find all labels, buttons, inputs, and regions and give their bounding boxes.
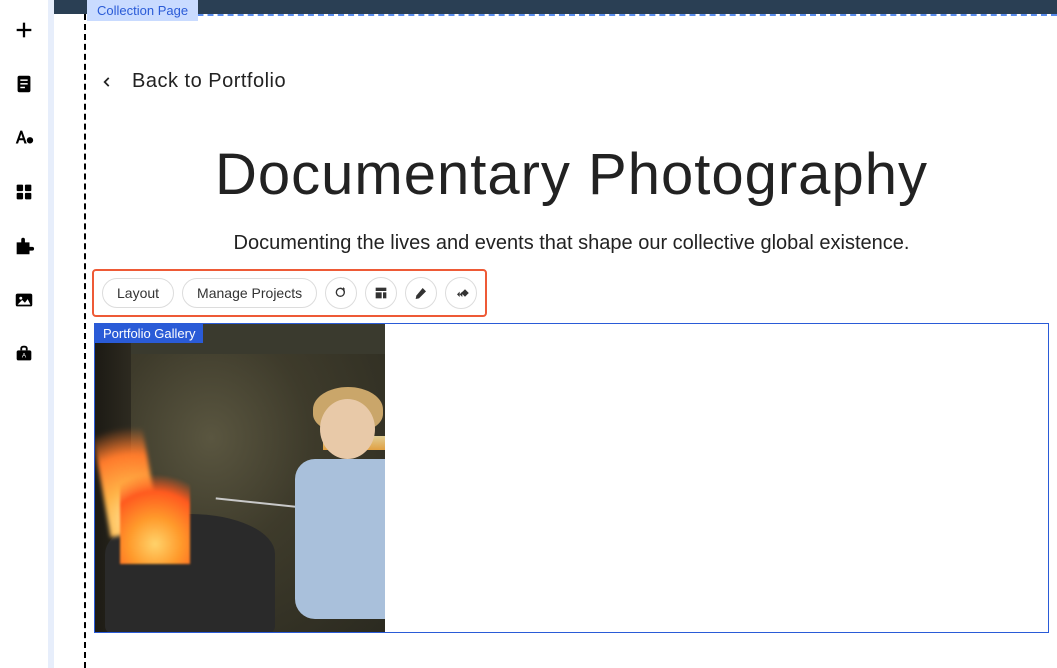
manage-projects-button[interactable]: Manage Projects: [182, 278, 317, 308]
top-bar: [54, 0, 1057, 14]
page-subtitle: Documenting the lives and events that sh…: [86, 232, 1057, 255]
transition-icon[interactable]: [445, 277, 477, 309]
animation-icon[interactable]: [325, 277, 357, 309]
gallery-image[interactable]: [95, 324, 385, 633]
page-icon[interactable]: [12, 72, 36, 96]
image-child: [275, 379, 385, 633]
collection-page-tag[interactable]: Collection Page: [87, 0, 198, 21]
stretch-icon[interactable]: [365, 277, 397, 309]
portfolio-gallery[interactable]: Portfolio Gallery: [94, 323, 1049, 633]
element-toolbar: Layout Manage Projects: [92, 269, 487, 317]
back-link[interactable]: Back to Portfolio: [86, 70, 1057, 93]
text-style-icon[interactable]: [12, 126, 36, 150]
plugin-icon[interactable]: [12, 234, 36, 258]
chevron-left-icon: [100, 75, 114, 89]
canvas-top-border: [87, 14, 1057, 16]
plus-icon[interactable]: [12, 18, 36, 42]
design-icon[interactable]: [405, 277, 437, 309]
back-label: Back to Portfolio: [132, 70, 286, 93]
image-icon[interactable]: [12, 288, 36, 312]
canvas: Back to Portfolio Documentary Photograph…: [84, 14, 1057, 668]
grid-icon[interactable]: [12, 180, 36, 204]
layout-button[interactable]: Layout: [102, 278, 174, 308]
portfolio-gallery-tag: Portfolio Gallery: [95, 324, 203, 343]
rail-divider: [48, 0, 54, 668]
image-flame: [120, 464, 190, 564]
briefcase-icon[interactable]: A: [12, 342, 36, 366]
left-rail: A: [0, 0, 48, 668]
page-title: Documentary Photography: [86, 141, 1057, 208]
svg-text:A: A: [22, 353, 27, 360]
